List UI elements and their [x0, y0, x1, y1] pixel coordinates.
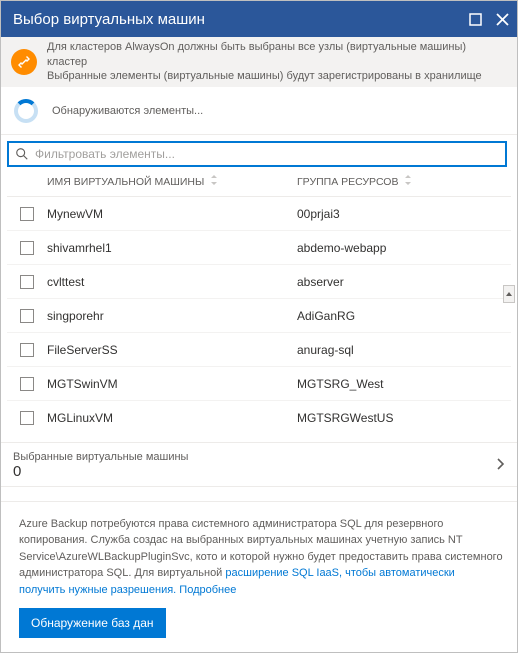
- discover-status: Обнаруживаются элементы...: [1, 87, 517, 135]
- tools-icon: [11, 49, 37, 75]
- row-checkbox[interactable]: [7, 275, 47, 289]
- table-header: ИМЯ ВИРТУАЛЬНОЙ МАШИНЫ ГРУППА РЕСУРСОВ: [7, 167, 511, 197]
- cell-vm-name: cvlttest: [47, 275, 297, 289]
- cell-vm-name: FileServerSS: [47, 343, 297, 357]
- banner-line-1: Для кластеров AlwaysOn должны быть выбра…: [47, 40, 507, 70]
- row-checkbox[interactable]: [7, 241, 47, 255]
- title-bar-buttons: [469, 13, 509, 26]
- banner-line-2: Выбранные элементы (виртуальные машины) …: [47, 69, 507, 84]
- discover-databases-button[interactable]: Обнаружение баз дан: [19, 608, 166, 638]
- row-checkbox[interactable]: [7, 309, 47, 323]
- info-banner: Для кластеров AlwaysOn должны быть выбра…: [1, 37, 517, 87]
- banner-text: Для кластеров AlwaysOn должны быть выбра…: [47, 40, 507, 85]
- table-body: MynewVM00prjai3shivamrhel1abdemo-webappc…: [7, 197, 511, 432]
- cell-resource-group: abserver: [297, 275, 511, 289]
- dialog-select-vms: Выбор виртуальных машин Для кластеров Al…: [0, 0, 518, 653]
- cell-vm-name: shivamrhel1: [47, 241, 297, 255]
- table-row[interactable]: cvlttestabserver: [7, 265, 511, 299]
- row-checkbox[interactable]: [7, 377, 47, 391]
- scroll-up-icon[interactable]: [503, 285, 515, 303]
- chevron-right-icon: [493, 457, 507, 474]
- cell-vm-name: MGTSwinVM: [47, 377, 297, 391]
- sort-icon: [210, 175, 218, 188]
- spinner-icon: [14, 99, 38, 123]
- table-row[interactable]: singporehrAdiGanRG: [7, 299, 511, 333]
- cell-vm-name: MGLinuxVM: [47, 411, 297, 425]
- button-bar: Обнаружение баз дан: [1, 608, 517, 652]
- column-header-vm-name[interactable]: ИМЯ ВИРТУАЛЬНОЙ МАШИНЫ: [47, 175, 297, 188]
- restore-window-icon[interactable]: [469, 13, 482, 26]
- close-icon[interactable]: [496, 13, 509, 26]
- row-checkbox[interactable]: [7, 411, 47, 425]
- row-checkbox[interactable]: [7, 343, 47, 357]
- window-title: Выбор виртуальных машин: [13, 11, 469, 28]
- column-header-resource-group[interactable]: ГРУППА РЕСУРСОВ: [297, 175, 511, 188]
- filter-searchbox[interactable]: [7, 141, 507, 167]
- search-icon: [15, 147, 29, 161]
- table-row[interactable]: MynewVM00prjai3: [7, 197, 511, 231]
- selected-vms-panel[interactable]: Выбранные виртуальные машины 0: [1, 442, 517, 487]
- cell-resource-group: MGTSRG_West: [297, 377, 511, 391]
- row-checkbox[interactable]: [7, 207, 47, 221]
- table-row[interactable]: MGTSwinVMMGTSRG_West: [7, 367, 511, 401]
- permissions-info: Azure Backup потребуются права системног…: [1, 501, 517, 609]
- cell-resource-group: 00prjai3: [297, 207, 511, 221]
- table-row[interactable]: FileServerSSanurag-sql: [7, 333, 511, 367]
- dialog-footer: Azure Backup потребуются права системног…: [1, 487, 517, 652]
- cell-resource-group: anurag-sql: [297, 343, 511, 357]
- title-bar: Выбор виртуальных машин: [1, 1, 517, 37]
- filter-input[interactable]: [35, 147, 499, 161]
- discover-text: Обнаруживаются элементы...: [52, 105, 203, 117]
- cell-vm-name: singporehr: [47, 309, 297, 323]
- table-row[interactable]: MGLinuxVMMGTSRGWestUS: [7, 401, 511, 432]
- vm-table: ИМЯ ВИРТУАЛЬНОЙ МАШИНЫ ГРУППА РЕСУРСОВ M…: [7, 167, 511, 432]
- table-row[interactable]: shivamrhel1abdemo-webapp: [7, 231, 511, 265]
- cell-resource-group: abdemo-webapp: [297, 241, 511, 255]
- sort-icon: [404, 175, 412, 188]
- cell-vm-name: MynewVM: [47, 207, 297, 221]
- cell-resource-group: MGTSRGWestUS: [297, 411, 511, 425]
- column-label: ИМЯ ВИРТУАЛЬНОЙ МАШИНЫ: [47, 176, 204, 188]
- column-label: ГРУППА РЕСУРСОВ: [297, 176, 398, 188]
- selected-count: 0: [13, 463, 493, 480]
- cell-resource-group: AdiGanRG: [297, 309, 511, 323]
- selected-label: Выбранные виртуальные машины: [13, 451, 493, 463]
